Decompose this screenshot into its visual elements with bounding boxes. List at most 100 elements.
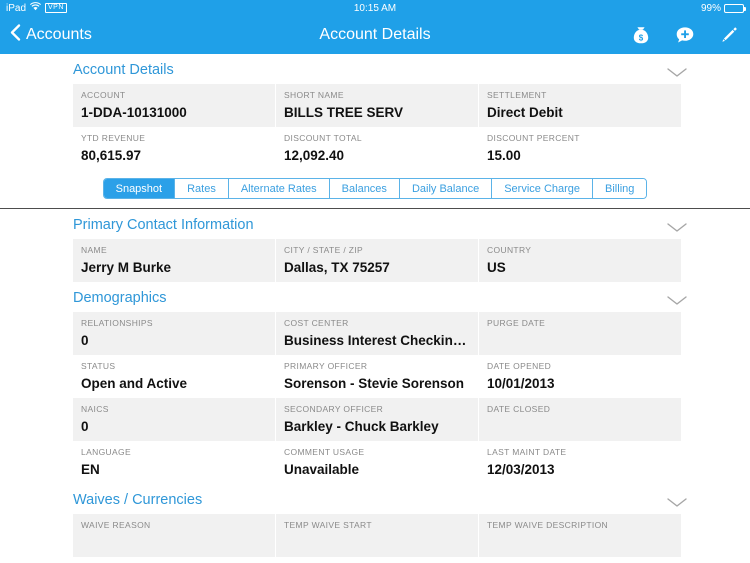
battery-icon [724, 3, 746, 13]
field-value: EN [81, 462, 100, 477]
table-row: WAIVE REASON TEMP WAIVE START TEMP WAIVE… [0, 514, 750, 557]
field-label: YTD REVENUE [81, 133, 146, 143]
field-purge-date[interactable]: PURGE DATE [479, 312, 682, 355]
field-label: PURGE DATE [487, 318, 546, 328]
section-header-demographics[interactable]: Demographics [0, 282, 750, 312]
tab-daily-balance[interactable]: Daily Balance [398, 179, 492, 198]
field-value: Jerry M Burke [81, 260, 172, 275]
field-naics[interactable]: NAICS 0 [73, 398, 276, 441]
table-row: ACCOUNT 1-DDA-10131000 SHORT NAME BILLS … [0, 84, 750, 127]
field-language[interactable]: LANGUAGE EN [73, 441, 276, 484]
field-value: US [487, 260, 506, 275]
section-primary-contact-information: Primary Contact Information NAME Jerry M… [0, 209, 750, 282]
field-account[interactable]: ACCOUNT 1-DDA-10131000 [73, 84, 276, 127]
add-comment-icon[interactable] [674, 24, 696, 46]
field-waive-reason[interactable]: WAIVE REASON [73, 514, 276, 557]
status-bar-clock: 10:15 AM [353, 2, 397, 14]
field-label: DISCOUNT PERCENT [487, 133, 580, 143]
field-settlement[interactable]: SETTLEMENT Direct Debit [479, 84, 682, 127]
chevron-left-icon [10, 24, 21, 46]
field-primary-officer[interactable]: PRIMARY OFFICER Sorenson - Stevie Sorens… [276, 355, 479, 398]
field-date-closed[interactable]: DATE CLOSED [479, 398, 682, 441]
field-label: SETTLEMENT [487, 90, 547, 100]
content-area: Account Details ACCOUNT 1-DDA-10131000 S… [0, 54, 750, 557]
field-relationships[interactable]: RELATIONSHIPS 0 [73, 312, 276, 355]
field-temp-waive-description[interactable]: TEMP WAIVE DESCRIPTION [479, 514, 682, 557]
field-date-opened[interactable]: DATE OPENED 10/01/2013 [479, 355, 682, 398]
field-value: Dallas, TX 75257 [284, 260, 390, 275]
section-title: Account Details [73, 62, 174, 78]
field-label: PRIMARY OFFICER [284, 361, 368, 371]
field-value: Open and Active [81, 376, 188, 391]
section-title: Demographics [73, 290, 167, 306]
table-row: RELATIONSHIPS 0 COST CENTER Business Int… [0, 312, 750, 355]
field-secondary-officer[interactable]: SECONDARY OFFICER Barkley - Chuck Barkle… [276, 398, 479, 441]
table-row: STATUS Open and Active PRIMARY OFFICER S… [0, 355, 750, 398]
battery-percent-label: 99% [700, 2, 721, 14]
field-value: 0 [81, 333, 89, 348]
chevron-down-icon[interactable] [666, 220, 688, 232]
money-bag-icon[interactable]: $ [630, 24, 652, 46]
section-waives-currencies: Waives / Currencies WAIVE REASON TEMP WA… [0, 484, 750, 557]
tab-billing[interactable]: Billing [592, 179, 647, 198]
field-last-maint-date[interactable]: LAST MAINT DATE 12/03/2013 [479, 441, 682, 484]
pencil-icon[interactable] [718, 24, 740, 46]
back-button[interactable]: Accounts [10, 24, 92, 46]
field-label: CITY / STATE / ZIP [284, 245, 364, 255]
tab-snapshot[interactable]: Snapshot [103, 179, 175, 198]
field-value: 80,615.97 [81, 148, 142, 163]
field-value: 1-DDA-10131000 [81, 105, 187, 120]
table-row: NAME Jerry M Burke CITY / STATE / ZIP Da… [0, 239, 750, 282]
field-value: Sorenson - Stevie Sorenson [284, 376, 465, 391]
field-value: Barkley - Chuck Barkley [284, 419, 439, 434]
field-discount-percent[interactable]: DISCOUNT PERCENT 15.00 [479, 127, 682, 170]
tab-alternate-rates[interactable]: Alternate Rates [227, 179, 329, 198]
chevron-down-icon[interactable] [666, 293, 688, 305]
field-label: SHORT NAME [284, 90, 344, 100]
wifi-icon [30, 2, 41, 14]
chevron-down-icon[interactable] [666, 495, 688, 507]
section-header-account-details[interactable]: Account Details [0, 54, 750, 84]
field-label: COUNTRY [487, 245, 532, 255]
field-label: SECONDARY OFFICER [284, 404, 384, 414]
field-cost-center[interactable]: COST CENTER Business Interest Checking 3… [276, 312, 479, 355]
status-bar-left: iPad VPN [6, 2, 67, 14]
device-label: iPad [6, 2, 27, 14]
field-label: RELATIONSHIPS [81, 318, 153, 328]
field-label: DATE CLOSED [487, 404, 551, 414]
field-ytd-revenue[interactable]: YTD REVENUE 80,615.97 [73, 127, 276, 170]
field-value: BILLS TREE SERV [284, 105, 404, 120]
section-demographics: Demographics RELATIONSHIPS 0 COST CENTER… [0, 282, 750, 484]
chevron-down-icon[interactable] [666, 65, 688, 77]
field-value: Unavailable [284, 462, 360, 477]
section-header-primary-contact-information[interactable]: Primary Contact Information [0, 209, 750, 239]
field-value: 12,092.40 [284, 148, 345, 163]
tab-bar-wrapper: Snapshot Rates Alternate Rates Balances … [0, 170, 750, 208]
field-status[interactable]: STATUS Open and Active [73, 355, 276, 398]
field-value: 10/01/2013 [487, 376, 555, 391]
tab-rates[interactable]: Rates [174, 179, 228, 198]
field-temp-waive-start[interactable]: TEMP WAIVE START [276, 514, 479, 557]
field-label: COMMENT USAGE [284, 447, 365, 457]
field-country[interactable]: COUNTRY US [479, 239, 682, 282]
field-short-name[interactable]: SHORT NAME BILLS TREE SERV [276, 84, 479, 127]
navigation-actions: $ [630, 24, 740, 46]
field-label: STATUS [81, 361, 116, 371]
field-label: COST CENTER [284, 318, 349, 328]
section-title: Primary Contact Information [73, 217, 254, 233]
field-value: 12/03/2013 [487, 462, 555, 477]
section-header-waives-currencies[interactable]: Waives / Currencies [0, 484, 750, 514]
table-row: YTD REVENUE 80,615.97 DISCOUNT TOTAL 12,… [0, 127, 750, 170]
field-city-state-zip[interactable]: CITY / STATE / ZIP Dallas, TX 75257 [276, 239, 479, 282]
tab-bar: Snapshot Rates Alternate Rates Balances … [102, 178, 648, 199]
tab-balances[interactable]: Balances [328, 179, 399, 198]
field-discount-total[interactable]: DISCOUNT TOTAL 12,092.40 [276, 127, 479, 170]
tab-service-charge[interactable]: Service Charge [491, 179, 593, 198]
field-value: Business Interest Checking 310 [284, 333, 470, 348]
field-name[interactable]: NAME Jerry M Burke [73, 239, 276, 282]
field-label: NAME [81, 245, 107, 255]
ipad-screen: iPad VPN 10:15 AM 99% Accounts Account D… [0, 0, 750, 563]
back-button-label: Accounts [26, 26, 92, 43]
field-comment-usage[interactable]: COMMENT USAGE Unavailable [276, 441, 479, 484]
field-label: TEMP WAIVE DESCRIPTION [487, 520, 609, 530]
